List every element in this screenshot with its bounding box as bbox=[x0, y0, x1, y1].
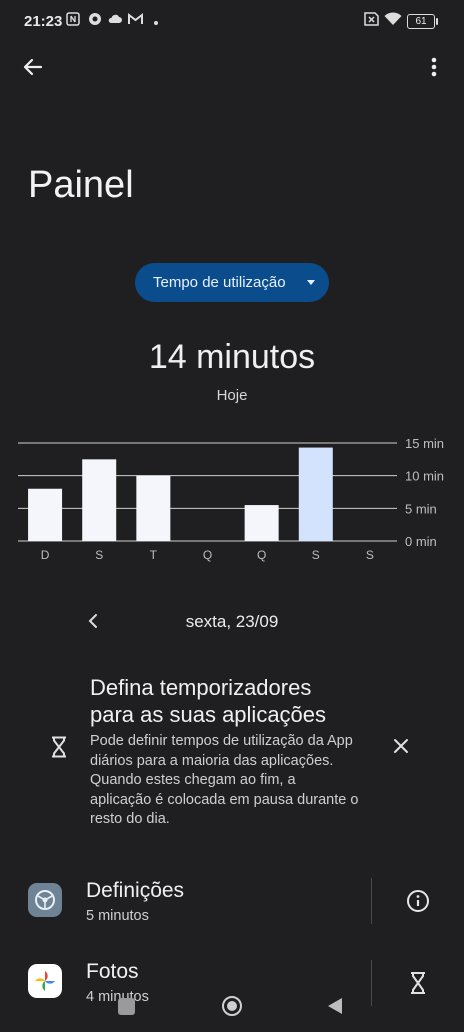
x-tick-label: S bbox=[312, 548, 320, 562]
back-nav-button[interactable] bbox=[326, 996, 344, 1016]
total-usage: 14 minutos bbox=[148, 338, 316, 376]
app-usage-time: 5 minutos bbox=[86, 908, 149, 924]
x-tick-label: Q bbox=[203, 548, 212, 562]
dot-icon bbox=[153, 14, 159, 29]
x-tick-label: D bbox=[41, 548, 50, 562]
info-icon bbox=[407, 890, 429, 912]
home-button[interactable] bbox=[221, 995, 243, 1017]
chart-bar[interactable] bbox=[244, 505, 279, 541]
back-button[interactable] bbox=[20, 52, 46, 82]
settings-app-icon bbox=[28, 883, 62, 917]
chart-bar[interactable] bbox=[82, 459, 117, 541]
x-tick-label: Q bbox=[257, 548, 266, 562]
x-tick-label: S bbox=[366, 548, 374, 562]
page-title: Painel bbox=[28, 164, 134, 206]
tip-title: Defina temporizadores para as suas aplic… bbox=[90, 675, 327, 727]
more-options-button[interactable] bbox=[422, 52, 446, 82]
chrome-icon bbox=[88, 12, 102, 29]
app-name: Definições bbox=[86, 879, 185, 902]
chart-bar[interactable] bbox=[28, 488, 63, 541]
tip-body: Pode definir tempos de utilização da App… bbox=[90, 733, 359, 828]
period-label: Hoje bbox=[216, 387, 248, 404]
wifi-icon bbox=[384, 12, 402, 29]
y-tick-label: 10 min bbox=[405, 469, 444, 484]
system-navigation-bar bbox=[0, 984, 464, 1032]
divider bbox=[371, 878, 372, 924]
usage-bar-chart: 15 min 10 min 5 min 0 min D S T Q Q S S bbox=[18, 436, 444, 562]
y-tick-label: 5 min bbox=[405, 501, 437, 516]
y-tick-label: 0 min bbox=[405, 534, 437, 549]
close-icon bbox=[394, 739, 408, 753]
y-tick-label: 15 min bbox=[405, 436, 444, 451]
status-bar: 21:23 61 bbox=[0, 0, 464, 44]
app-row-definicoes[interactable]: Definições 5 minutos bbox=[0, 870, 464, 940]
triangle-back-icon bbox=[328, 998, 342, 1014]
app-name: Fotos bbox=[86, 960, 139, 983]
close-tip-button[interactable] bbox=[392, 737, 410, 755]
info-button[interactable] bbox=[406, 889, 430, 913]
battery-icon: 61 bbox=[407, 14, 438, 29]
usage-type-dropdown[interactable]: Tempo de utilização bbox=[135, 263, 329, 302]
selected-date: sexta, 23/09 bbox=[185, 612, 279, 631]
arrow-left-icon bbox=[23, 58, 43, 76]
chart-bar[interactable] bbox=[136, 475, 171, 541]
x-tick-label: T bbox=[150, 548, 158, 562]
more-vert-icon bbox=[431, 57, 437, 77]
x-tick-label: S bbox=[95, 548, 103, 562]
recents-button[interactable] bbox=[118, 998, 135, 1015]
nfc-icon bbox=[66, 12, 80, 29]
cloud-icon bbox=[107, 12, 123, 29]
chart-bar[interactable] bbox=[298, 447, 333, 541]
hourglass-icon bbox=[50, 736, 68, 758]
dropdown-label: Tempo de utilização bbox=[153, 274, 286, 291]
gmail-icon bbox=[128, 12, 143, 29]
no-sim-icon bbox=[362, 12, 380, 29]
caret-down-icon bbox=[307, 280, 315, 285]
home-circle-icon bbox=[222, 996, 242, 1016]
status-time: 21:23 bbox=[24, 13, 63, 30]
